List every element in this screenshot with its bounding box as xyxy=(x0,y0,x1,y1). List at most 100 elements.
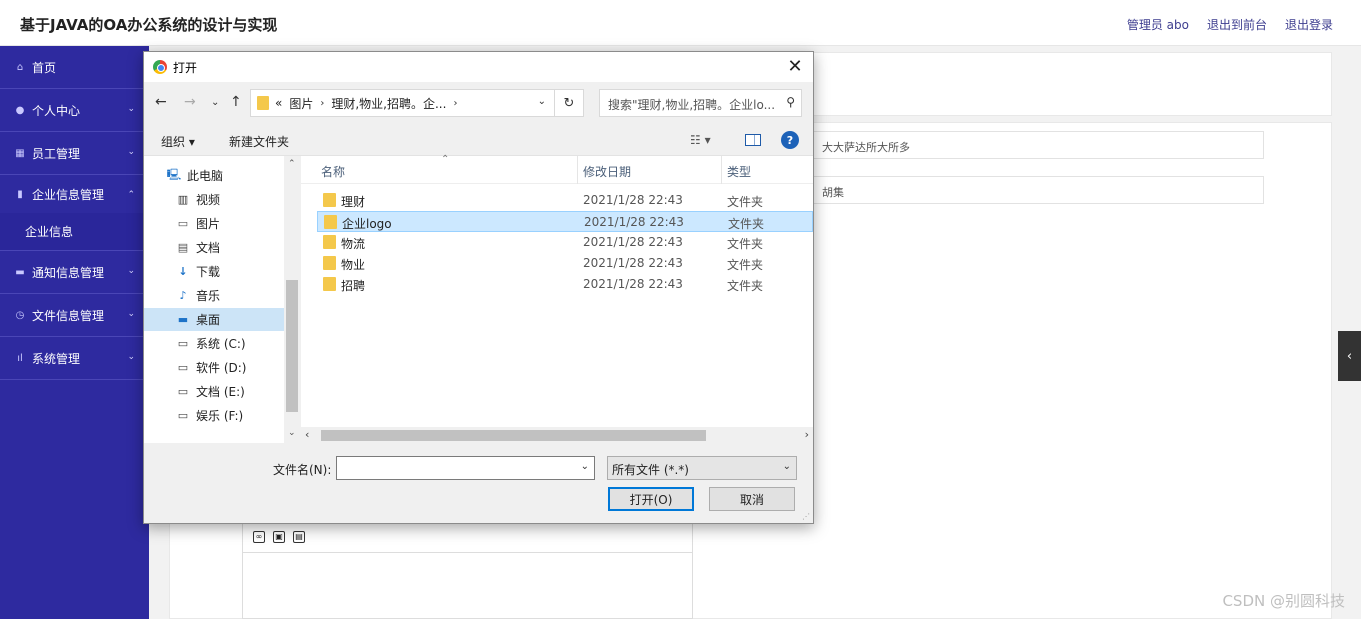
logout-link[interactable]: 退出登录 xyxy=(1285,16,1333,33)
column-divider[interactable] xyxy=(577,156,578,184)
recent-locations-icon[interactable]: ⌄ xyxy=(211,97,219,108)
sidebar: ⌂ 首页 ● 个人中心 ⌄ ▦ 员工管理 ⌄ ▮ 企业信息管理 ⌃ 企业信息 ▬… xyxy=(0,46,149,619)
music-icon: ♪ xyxy=(179,289,187,302)
file-row[interactable]: 招聘 2021/1/28 22:43 文件夹 xyxy=(317,274,813,295)
view-options-icon[interactable]: ☷ ▾ xyxy=(690,133,711,147)
tree-item-label: 系统 (C:) xyxy=(196,337,246,351)
scroll-right-icon[interactable]: › xyxy=(805,428,809,441)
sidebar-item-staff[interactable]: ▦ 员工管理 ⌄ xyxy=(0,132,149,175)
filename-input[interactable]: ⌄ xyxy=(336,456,595,480)
folder-icon xyxy=(323,193,336,207)
breadcrumb-current[interactable]: 理财,物业,招聘。企... xyxy=(331,95,446,112)
file-list-header: ⌃ 名称 修改日期 类型 xyxy=(301,154,813,184)
search-input[interactable]: 搜索"理财,物业,招聘。企业lo... ⚲ xyxy=(599,89,802,117)
bar-icon: ▮ xyxy=(17,188,23,200)
cancel-button[interactable]: 取消 xyxy=(709,487,795,511)
tree-item-documents[interactable]: ▤ 文档 xyxy=(144,236,284,259)
rich-text-editor[interactable] xyxy=(242,553,693,619)
tree-item-drive-d[interactable]: ▭ 软件 (D:) xyxy=(144,356,284,379)
tree-item-downloads[interactable]: ↓ 下载 xyxy=(144,260,284,283)
tree-item-music[interactable]: ♪ 音乐 xyxy=(144,284,284,307)
forward-arrow-icon[interactable]: → xyxy=(184,94,196,110)
admin-user-link[interactable]: 管理员 abo xyxy=(1127,16,1189,33)
breadcrumb-pictures[interactable]: 图片 xyxy=(289,95,313,112)
file-type: 文件夹 xyxy=(727,195,764,209)
tree-item-label: 文档 xyxy=(196,241,221,255)
dialog-title: 打开 xyxy=(173,60,198,75)
chevron-down-icon: ⌄ xyxy=(127,104,135,114)
column-header-date[interactable]: 修改日期 xyxy=(583,163,631,180)
folder-icon xyxy=(257,96,269,110)
sidebar-item-files[interactable]: ◷ 文件信息管理 ⌄ xyxy=(0,294,149,337)
up-arrow-icon[interactable]: ↑ xyxy=(230,94,242,110)
dialog-footer: 文件名(N): ⌄ 所有文件 (*.*) ⌄ 打开(O) 取消 ⋰ xyxy=(144,444,813,523)
search-placeholder: 搜索"理财,物业,招聘。企业lo... xyxy=(608,98,776,112)
editor-toolbar: ∞ ▣ ▤ xyxy=(242,521,693,553)
navigation-pane: 🖳 此电脑 ▥ 视频 ▭ 图片 ▤ 文档 ↓ 下载 ♪ 音乐 ▬ 桌面 ▭ 系统… xyxy=(144,156,300,443)
back-arrow-icon[interactable]: ← xyxy=(155,94,167,110)
back-to-frontend-link[interactable]: 退出到前台 xyxy=(1207,16,1267,33)
tree-item-drive-c[interactable]: ▭ 系统 (C:) xyxy=(144,332,284,355)
sidebar-item-system[interactable]: ıl 系统管理 ⌄ xyxy=(0,337,149,380)
sidebar-item-home[interactable]: ⌂ 首页 xyxy=(0,46,149,89)
column-header-name[interactable]: 名称 xyxy=(321,163,345,180)
help-icon[interactable]: ? xyxy=(781,131,799,149)
download-icon: ↓ xyxy=(178,265,188,278)
column-header-type[interactable]: 类型 xyxy=(727,163,751,180)
file-name: 物业 xyxy=(341,258,366,272)
address-row: ← → ⌄ ↑ « 图片 › 理财,物业,招聘。企... › ⌄ ↻ 搜索"理财… xyxy=(144,82,813,124)
column-divider[interactable] xyxy=(721,156,722,184)
address-prefix: « xyxy=(275,96,283,110)
chevron-down-icon: ⌄ xyxy=(127,266,135,276)
video-icon[interactable]: ▤ xyxy=(293,530,305,543)
chevron-down-icon[interactable]: ⌄ xyxy=(581,461,589,472)
preview-pane-icon[interactable] xyxy=(745,134,761,146)
file-row[interactable]: 物业 2021/1/28 22:43 文件夹 xyxy=(317,253,813,274)
close-icon[interactable]: ✕ xyxy=(785,56,805,77)
sidebar-item-personal[interactable]: ● 个人中心 ⌄ xyxy=(0,89,149,132)
open-button[interactable]: 打开(O) xyxy=(608,487,694,511)
horizontal-scrollbar[interactable]: ‹ › xyxy=(301,427,813,443)
file-row-selected[interactable]: 企业logo 2021/1/28 22:43 文件夹 xyxy=(317,211,813,232)
scroll-left-icon[interactable]: ‹ xyxy=(305,428,309,441)
video-icon: ▥ xyxy=(177,193,189,206)
tree-scrollbar[interactable]: ⌃ ⌄ xyxy=(284,156,300,443)
tree-item-desktop[interactable]: ▬ 桌面 xyxy=(144,308,284,331)
scroll-thumb[interactable] xyxy=(321,430,706,441)
refresh-icon[interactable]: ↻ xyxy=(555,89,584,117)
home-icon: ⌂ xyxy=(16,61,24,73)
sidebar-item-company[interactable]: ▮ 企业信息管理 ⌃ xyxy=(0,175,149,213)
organize-button[interactable]: 组织 ▾ xyxy=(161,133,195,150)
sidebar-item-notice[interactable]: ▬ 通知信息管理 ⌄ xyxy=(0,251,149,294)
link-icon[interactable]: ∞ xyxy=(253,530,265,543)
new-folder-button[interactable]: 新建文件夹 xyxy=(229,133,289,150)
chevron-down-icon: ⌄ xyxy=(127,147,135,157)
file-open-dialog: 打开 ✕ ← → ⌄ ↑ « 图片 › 理财,物业,招聘。企... › ⌄ ↻ … xyxy=(143,51,814,524)
scroll-down-icon[interactable]: ⌄ xyxy=(288,428,296,438)
address-bar[interactable]: « 图片 › 理财,物业,招聘。企... › ⌄ xyxy=(250,89,555,117)
collapse-panel-button[interactable]: ‹ xyxy=(1338,331,1361,381)
image-icon[interactable]: ▣ xyxy=(273,530,285,543)
drive-icon: ▭ xyxy=(177,337,189,350)
clock-icon: ◷ xyxy=(15,309,25,321)
tree-item-label: 此电脑 xyxy=(187,169,224,183)
tree-item-this-pc[interactable]: 🖳 此电脑 xyxy=(144,164,284,187)
form-field-1[interactable]: 大大萨达所大所多 xyxy=(813,131,1264,159)
tree-item-videos[interactable]: ▥ 视频 xyxy=(144,188,284,211)
chevron-down-icon: ⌄ xyxy=(127,352,135,362)
file-row[interactable]: 理财 2021/1/28 22:43 文件夹 xyxy=(317,190,813,211)
sidebar-subitem-company-info[interactable]: 企业信息 xyxy=(0,213,149,251)
tree-item-drive-e[interactable]: ▭ 文档 (E:) xyxy=(144,380,284,403)
tree-item-drive-f[interactable]: ▭ 娱乐 (F:) xyxy=(144,404,284,427)
tree-item-pictures[interactable]: ▭ 图片 xyxy=(144,212,284,235)
grid-icon: ▦ xyxy=(15,147,25,159)
scroll-thumb[interactable] xyxy=(286,280,298,412)
file-row[interactable]: 物流 2021/1/28 22:43 文件夹 xyxy=(317,232,813,253)
sidebar-item-label: 个人中心 xyxy=(32,103,81,118)
scroll-up-icon[interactable]: ⌃ xyxy=(288,159,296,169)
resize-grip-icon[interactable]: ⋰ xyxy=(802,512,810,521)
form-field-2[interactable]: 胡集 xyxy=(813,176,1264,204)
sort-ascending-icon: ⌃ xyxy=(441,154,450,165)
filetype-select[interactable]: 所有文件 (*.*) ⌄ xyxy=(607,456,797,480)
chevron-down-icon[interactable]: ⌄ xyxy=(538,96,546,107)
